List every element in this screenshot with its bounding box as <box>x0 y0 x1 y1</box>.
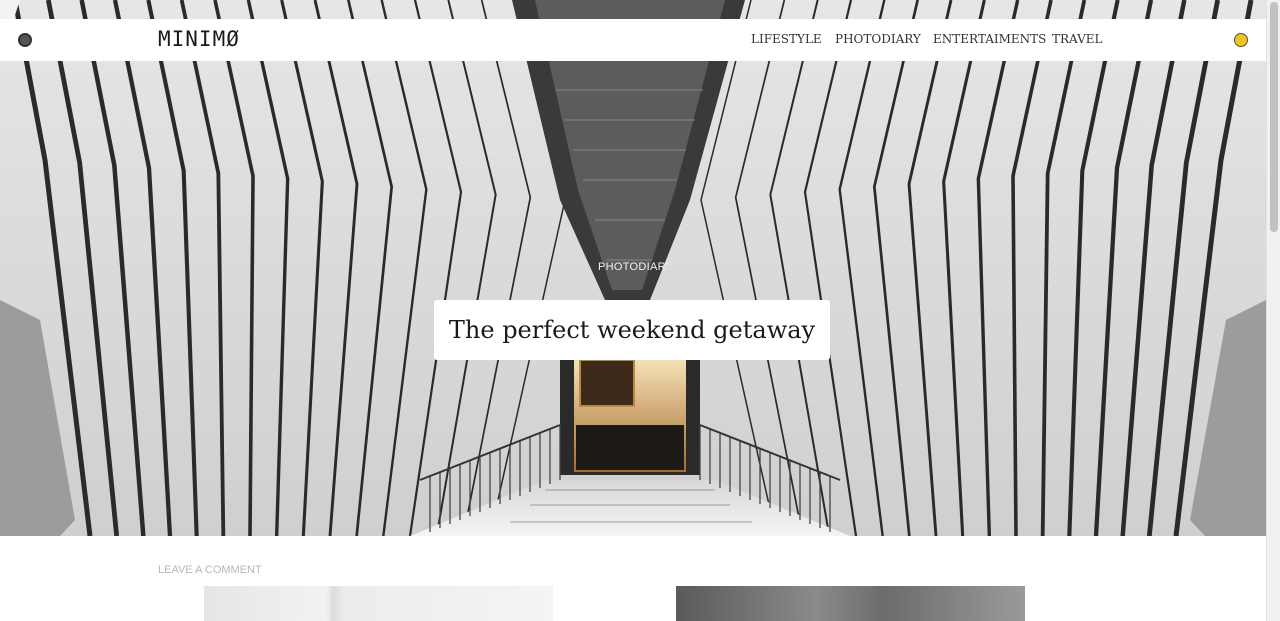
nav-item-travel[interactable]: TRAVEL <box>1052 32 1103 46</box>
post-thumbnail[interactable] <box>204 586 553 621</box>
nav-item-lifestyle[interactable]: LIFESTYLE <box>751 32 822 46</box>
post-thumbnail[interactable] <box>676 586 1025 621</box>
nav-item-entertaiments[interactable]: ENTERTAIMENTS <box>933 32 1046 46</box>
page-scrollbar[interactable] <box>1266 0 1280 621</box>
post-title[interactable]: The perfect weekend getaway <box>449 316 815 344</box>
post-category[interactable]: PHOTODIARY <box>598 261 668 273</box>
main-nav: LIFESTYLE PHOTODIARY ENTERTAIMENTS TRAVE… <box>0 32 1266 50</box>
site-header: MINIMØ LIFESTYLE PHOTODIARY ENTERTAIMENT… <box>0 19 1266 61</box>
search-toggle-icon[interactable] <box>1234 33 1248 47</box>
leave-comment-link[interactable]: LEAVE A COMMENT <box>158 564 262 576</box>
post-title-box[interactable]: The perfect weekend getaway <box>434 300 830 360</box>
nav-item-photodiary[interactable]: PHOTODIARY <box>835 32 921 46</box>
scrollbar-thumb[interactable] <box>1270 2 1278 232</box>
